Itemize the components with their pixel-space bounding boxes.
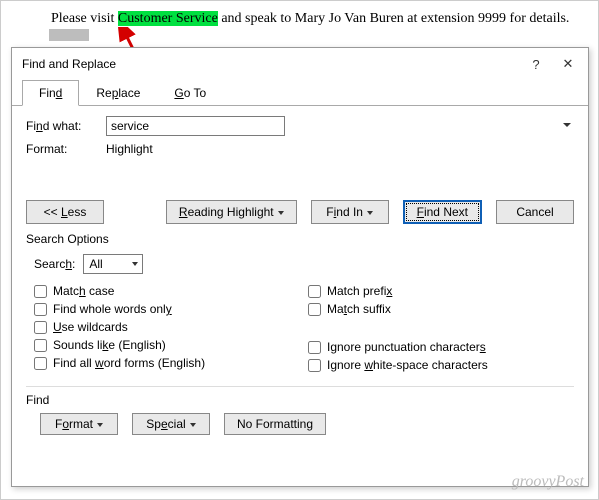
- search-direction-select[interactable]: All: [83, 254, 143, 274]
- no-formatting-button[interactable]: No Formatting: [224, 413, 326, 435]
- dialog-tabs: Find Replace Go To: [12, 80, 588, 106]
- find-what-input[interactable]: [106, 116, 285, 136]
- doc-post: and speak to Mary Jo Van Buren at extens…: [218, 11, 570, 26]
- special-button[interactable]: Special: [132, 413, 210, 435]
- tab-find[interactable]: Find: [22, 80, 79, 106]
- match-prefix-checkbox[interactable]: Match prefix: [308, 284, 574, 298]
- chevron-down-icon: [132, 262, 138, 266]
- format-label: Format:: [26, 142, 106, 156]
- close-button[interactable]: ✕: [552, 54, 584, 74]
- format-button[interactable]: Format: [40, 413, 118, 435]
- match-case-checkbox[interactable]: Match case: [34, 284, 300, 298]
- cancel-button[interactable]: Cancel: [496, 200, 574, 224]
- dialog-title: Find and Replace: [22, 57, 520, 71]
- find-next-button[interactable]: Find Next: [403, 200, 482, 224]
- help-button[interactable]: ?: [520, 54, 552, 74]
- ignore-ws-checkbox[interactable]: Ignore white-space characters: [308, 358, 574, 372]
- search-direction-label: Search:: [34, 257, 75, 271]
- search-options-title: Search Options: [26, 232, 574, 246]
- find-replace-dialog: Find and Replace ? ✕ Find Replace Go To …: [11, 47, 589, 487]
- wildcards-checkbox[interactable]: Use wildcards: [34, 320, 300, 334]
- watermark: groovyPost: [512, 473, 584, 491]
- less-button[interactable]: << Less: [26, 200, 104, 224]
- find-section-title: Find: [26, 393, 574, 407]
- find-what-label: Find what:: [26, 119, 106, 133]
- sounds-like-checkbox[interactable]: Sounds like (English): [34, 338, 300, 352]
- search-direction-value: All: [89, 257, 102, 271]
- ignore-punct-checkbox[interactable]: Ignore punctuation characters: [308, 340, 574, 354]
- document-text: Please visit Customer Service and speak …: [1, 1, 598, 49]
- cursor-selection: [49, 29, 89, 41]
- find-in-button[interactable]: Find In: [311, 200, 389, 224]
- format-value: Highlight: [106, 142, 153, 156]
- tab-replace[interactable]: Replace: [79, 80, 157, 106]
- word-forms-checkbox[interactable]: Find all word forms (English): [34, 356, 300, 370]
- tab-goto[interactable]: Go To: [157, 80, 223, 106]
- dialog-titlebar: Find and Replace ? ✕: [12, 48, 588, 80]
- whole-words-checkbox[interactable]: Find whole words only: [34, 302, 300, 316]
- dropdown-icon[interactable]: [563, 123, 571, 127]
- doc-pre: Please visit: [51, 11, 118, 26]
- doc-highlight: Customer Service: [118, 11, 218, 26]
- reading-highlight-button[interactable]: Reading Highlight: [166, 200, 297, 224]
- match-suffix-checkbox[interactable]: Match suffix: [308, 302, 574, 316]
